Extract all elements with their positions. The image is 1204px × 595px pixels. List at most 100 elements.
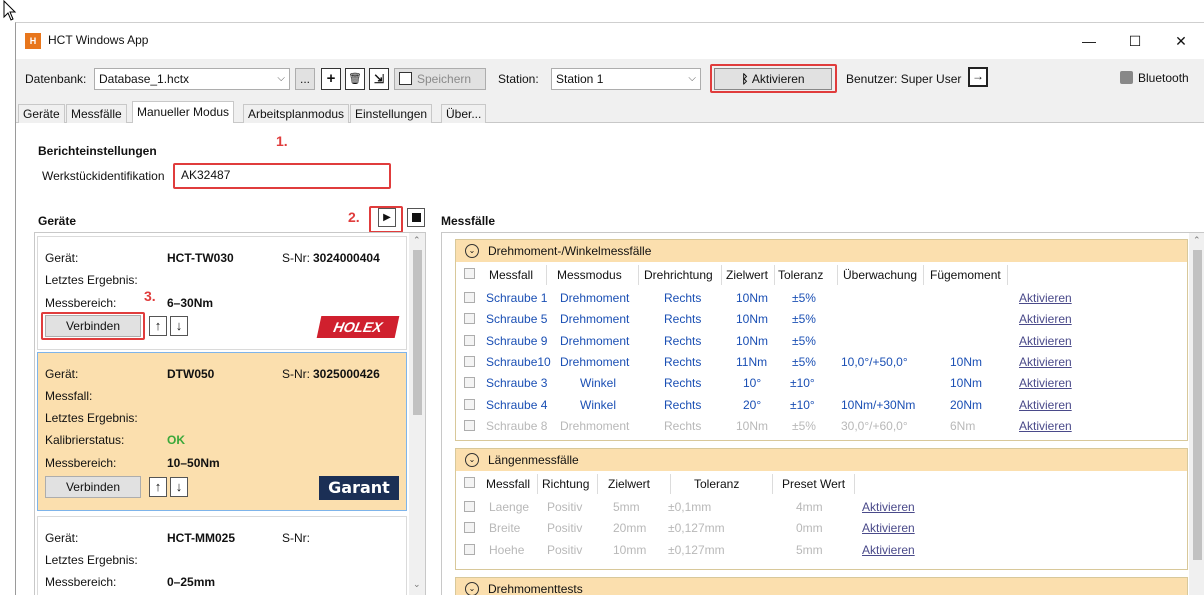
case-name: Schraube 5 [486, 312, 548, 327]
database-select-value: Database_1.hctx [99, 72, 190, 86]
device-card-selected[interactable]: Gerät: DTW050 S-Nr: 3025000426 Messfall:… [37, 352, 407, 511]
minimize-button[interactable]: — [1066, 23, 1112, 59]
row-checkbox[interactable] [464, 501, 475, 512]
device-name: DTW050 [167, 367, 215, 381]
case-name: Schraube10 [486, 354, 551, 369]
arrow-down-icon[interactable]: ↓ [170, 477, 188, 497]
case-cell: Rechts [664, 397, 702, 412]
tab-messfaelle[interactable]: Messfälle [66, 104, 127, 123]
case-label: Messfall: [45, 389, 93, 403]
station-label: Station: [498, 72, 539, 86]
case-cell: Positiv [547, 500, 583, 514]
chevron-down-icon: ⌵ [688, 73, 696, 84]
collapse-chevron-icon[interactable]: ⌄ [465, 453, 479, 467]
scrollbar-thumb[interactable] [413, 250, 422, 415]
row-checkbox[interactable] [464, 334, 475, 346]
case-cell: ±10° [790, 376, 815, 391]
connect-button[interactable]: Verbinden [45, 476, 141, 498]
case-cell: ±0,1mm [668, 500, 712, 514]
activate-link[interactable]: Aktivieren [1019, 376, 1072, 390]
tab-bar: Geräte Messfälle Manueller Modus Arbeits… [16, 100, 1204, 124]
case-cell: 10Nm [950, 354, 983, 369]
row-checkbox[interactable] [464, 355, 475, 367]
case-cell: 10Nm [950, 376, 983, 391]
station-select[interactable]: Station 1 ⌵ [551, 68, 701, 90]
row-checkbox[interactable] [464, 543, 475, 555]
device-list-scrollbar[interactable]: ⌃ ⌄ [409, 233, 425, 595]
select-all-checkbox[interactable] [464, 268, 475, 279]
tab-einstellungen[interactable]: Einstellungen [350, 104, 433, 123]
manual-mode-content: Berichteinstellungen 1. Werkstückidentif… [16, 123, 1204, 595]
bluetooth-label: Bluetooth [1138, 71, 1189, 85]
cases-title: Messfälle [441, 214, 496, 228]
import-icon[interactable]: ⇲ [369, 68, 389, 90]
length-group-header[interactable]: ⌄ Längenmessfälle [456, 449, 1187, 471]
arrow-down-icon[interactable]: ↓ [170, 316, 188, 336]
browse-button[interactable]: ... [295, 68, 315, 90]
column-header: Überwachung [843, 268, 918, 282]
case-cell: 5mm [613, 500, 640, 514]
case-cell: 4mm [796, 500, 823, 514]
device-card[interactable]: Gerät: HCT-MM025 S-Nr: Letztes Ergebnis:… [37, 516, 407, 595]
bluetooth-checkbox[interactable] [1120, 71, 1133, 84]
calibration-label: Kalibrierstatus: [45, 433, 125, 447]
select-all-checkbox[interactable] [464, 477, 475, 488]
arrow-up-icon[interactable]: ↑ [149, 316, 167, 336]
column-header: Messfall [489, 268, 534, 282]
column-divider [721, 265, 722, 285]
activate-link[interactable]: Aktivieren [862, 500, 915, 514]
tab-arbeitsplanmodus[interactable]: Arbeitsplanmodus [243, 104, 350, 123]
add-icon[interactable]: + [321, 68, 341, 90]
row-checkbox[interactable] [464, 377, 475, 389]
scrollbar-thumb[interactable] [1193, 250, 1202, 560]
play-icon[interactable]: ▶ [378, 208, 396, 227]
cases-scrollbar[interactable]: ⌃ [1189, 233, 1204, 595]
row-checkbox[interactable] [464, 419, 475, 431]
activate-link[interactable]: Aktivieren [1019, 419, 1072, 433]
torque-tests-header[interactable]: ⌄ Drehmomenttests [456, 578, 1187, 595]
device-card[interactable]: Gerät: HCT-TW030 S-Nr: 3024000404 Letzte… [37, 236, 407, 350]
activate-link[interactable]: Aktivieren [862, 521, 915, 535]
row-checkbox[interactable] [464, 398, 475, 410]
bluetooth-activate-button[interactable]: ᛒ Aktivieren [714, 68, 832, 90]
maximize-button[interactable]: ☐ [1112, 23, 1158, 59]
scroll-up-icon[interactable]: ⌃ [1193, 235, 1201, 246]
arrow-up-icon[interactable]: ↑ [149, 477, 167, 497]
row-checkbox[interactable] [464, 292, 475, 303]
save-button[interactable]: Speichern [394, 68, 486, 90]
torque-tests-group: ⌄ Drehmomenttests [455, 577, 1188, 595]
step-1-marker: 1. [276, 133, 288, 149]
last-result-label: Letztes Ergebnis: [45, 273, 138, 287]
case-cell: ±0,127mm [668, 521, 725, 536]
range-label: Messbereich: [45, 575, 117, 589]
tab-ueber[interactable]: Über... [441, 104, 487, 123]
torque-group-header[interactable]: ⌄ Drehmoment-/Winkelmessfälle [456, 240, 1187, 262]
calibration-status: OK [167, 433, 185, 447]
activate-link[interactable]: Aktivieren [1019, 398, 1072, 412]
activate-link[interactable]: Aktivieren [1019, 355, 1072, 369]
tab-manueller-modus[interactable]: Manueller Modus [132, 101, 235, 124]
cases-panel: ⌄ Drehmoment-/Winkelmessfälle Messfall Me… [441, 232, 1204, 595]
scroll-down-icon[interactable]: ⌄ [413, 579, 421, 590]
collapse-chevron-icon[interactable]: ⌄ [465, 582, 479, 595]
database-select[interactable]: Database_1.hctx ⌵ [94, 68, 290, 90]
close-button[interactable]: ✕ [1158, 23, 1204, 59]
row-checkbox[interactable] [464, 522, 475, 534]
activate-link[interactable]: Aktivieren [1019, 291, 1072, 305]
logout-icon[interactable]: → [968, 67, 988, 87]
app-window: H HCT Windows App — ☐ ✕ Datenbank: Datab… [15, 22, 1204, 595]
collapse-chevron-icon[interactable]: ⌄ [465, 244, 479, 258]
activate-link[interactable]: Aktivieren [862, 543, 915, 557]
delete-icon[interactable]: 🗑 [345, 68, 365, 90]
torque-group-title: Drehmoment-/Winkelmessfälle [488, 244, 652, 258]
connect-button[interactable]: Verbinden [45, 315, 141, 337]
workpiece-id-input[interactable]: AK32487 [177, 165, 387, 186]
activate-link[interactable]: Aktivieren [1019, 312, 1072, 326]
tab-geraete[interactable]: Geräte [18, 104, 65, 123]
activate-link[interactable]: Aktivieren [1019, 334, 1072, 348]
toolbar: Datenbank: Database_1.hctx ⌵ ... + 🗑 ⇲ Sp… [16, 59, 1204, 99]
scroll-up-icon[interactable]: ⌃ [413, 235, 421, 246]
stop-icon[interactable] [407, 208, 425, 227]
column-divider [670, 474, 671, 494]
row-checkbox[interactable] [464, 313, 475, 325]
